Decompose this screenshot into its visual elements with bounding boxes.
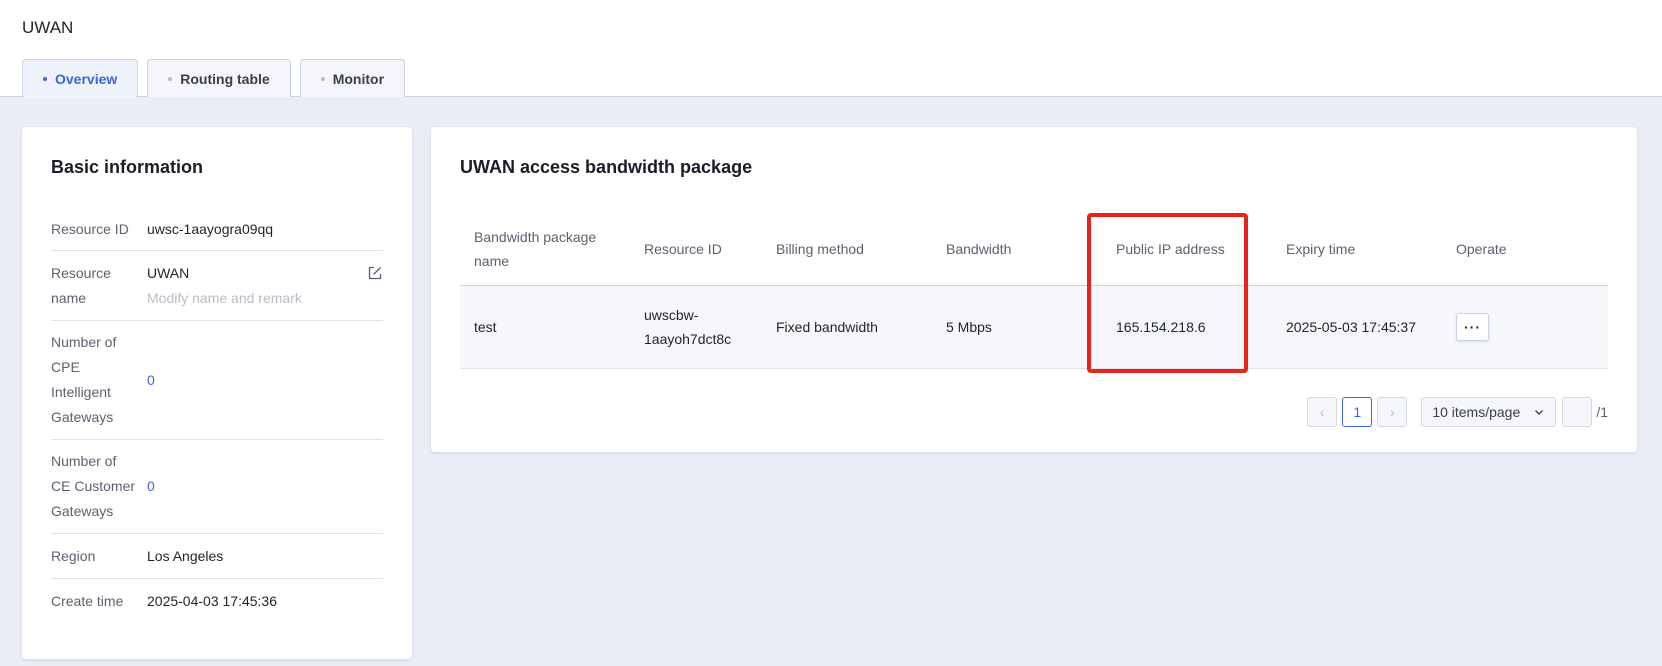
cpe-label-line: Gateways [51, 409, 114, 425]
edit-icon[interactable] [367, 265, 383, 281]
tab-monitor[interactable]: Monitor [299, 59, 406, 97]
dot-icon [168, 76, 173, 81]
resource-id-label: Resource ID [51, 221, 129, 237]
total-pages: /1 [1596, 404, 1608, 420]
resource-name-hint: Modify name and remark [147, 290, 302, 306]
col-billing-method: Billing method [762, 213, 932, 286]
page-1-button[interactable]: 1 [1342, 397, 1373, 427]
ce-label-line: Gateways [51, 503, 114, 519]
tab-bar: Overview Routing table Monitor [22, 59, 414, 98]
bandwidth-title: UWAN access bandwidth package [460, 157, 753, 177]
tab-label: Monitor [332, 70, 385, 87]
ce-label-line: CE Customer [51, 478, 136, 494]
resource-name-value: UWAN Modify name and remark [147, 261, 367, 311]
cpe-row: Number of CPE Intelligent Gateways 0 [51, 321, 383, 440]
page-jump-input[interactable] [1562, 397, 1593, 427]
region-row: Region Los Angeles [51, 534, 383, 579]
pagination: ‹ 1 › 10 items/page /1 [1307, 397, 1608, 427]
table-header-row: Bandwidth package name Resource ID Billi… [460, 213, 1608, 286]
cell-bandwidth: 5 Mbps [932, 285, 1102, 369]
tab-routing-table[interactable]: Routing table [147, 59, 291, 97]
resource-name-label-line: name [51, 290, 87, 306]
resource-name-text: UWAN [147, 265, 190, 281]
create-time-row: Create time 2025-04-03 17:45:36 [51, 579, 383, 623]
basic-info-list: Resource ID uwsc-1aayogra09qq Resource n… [51, 207, 383, 623]
ce-label-line: Number of [51, 453, 117, 469]
basic-info-card: Basic information Resource ID uwsc-1aayo… [22, 127, 412, 659]
cpe-count-link[interactable]: 0 [147, 368, 383, 393]
cpe-label: Number of CPE Intelligent Gateways [51, 330, 147, 430]
cell-resource-id-line: uwscbw- [644, 306, 699, 323]
prev-page-button[interactable]: ‹ [1307, 397, 1338, 427]
create-time-value: 2025-04-03 17:45:36 [147, 593, 277, 609]
dot-icon [43, 77, 47, 81]
cpe-label-line: Number of [51, 334, 117, 350]
chevron-down-icon [1535, 410, 1544, 415]
tab-overview[interactable]: Overview [22, 59, 139, 98]
resource-name-row: Resource name UWAN Modify name and remar… [51, 251, 383, 321]
tab-label: Routing table [180, 70, 270, 87]
col-operate: Operate [1442, 213, 1608, 286]
resource-id-row: Resource ID uwsc-1aayogra09qq [51, 207, 383, 251]
ce-row: Number of CE Customer Gateways 0 [51, 440, 383, 534]
resource-id-value: uwsc-1aayogra09qq [147, 221, 274, 237]
page-size-value: 10 items/page [1432, 404, 1521, 420]
cell-name: test [460, 285, 630, 369]
page-size-select[interactable]: 10 items/page [1421, 397, 1557, 427]
cpe-label-line: CPE [51, 359, 80, 375]
region-label: Region [51, 548, 96, 564]
col-name: Bandwidth package name [460, 213, 630, 286]
highlight-box [1087, 213, 1248, 373]
table-row: test uwscbw- 1aayoh7dct8c Fixed bandwidt… [460, 285, 1608, 369]
cell-expiry-time: 2025-05-03 17:45:37 [1272, 285, 1442, 369]
basic-info-title: Basic information [51, 157, 204, 177]
col-name-line: Bandwidth package [474, 228, 597, 245]
create-time-label: Create time [51, 593, 124, 609]
cell-operate: ··· [1442, 285, 1608, 369]
tab-label: Overview [55, 71, 118, 87]
next-page-button[interactable]: › [1377, 397, 1408, 427]
col-expiry-time: Expiry time [1272, 213, 1442, 286]
col-resource-id: Resource ID [630, 213, 762, 286]
cell-billing-method: Fixed bandwidth [762, 285, 932, 369]
page-title: UWAN [22, 18, 74, 37]
top-bar: UWAN Overview Routing table Monitor [0, 0, 1662, 98]
bandwidth-card: UWAN access bandwidth package Bandwidth … [431, 127, 1637, 452]
col-name-line: name [474, 252, 510, 269]
more-actions-button[interactable]: ··· [1456, 312, 1489, 341]
resource-name-label-line: Resource [51, 265, 111, 281]
cpe-label-line: Intelligent [51, 384, 111, 400]
dot-icon [320, 76, 325, 81]
region-value: Los Angeles [147, 548, 224, 564]
resource-name-label: Resource name [51, 261, 147, 311]
ce-label: Number of CE Customer Gateways [51, 449, 147, 524]
cell-resource-id-line: 1aayoh7dct8c [644, 330, 732, 347]
col-bandwidth: Bandwidth [932, 213, 1102, 286]
bandwidth-table: Bandwidth package name Resource ID Billi… [460, 213, 1608, 369]
cell-resource-id: uwscbw- 1aayoh7dct8c [630, 285, 762, 369]
ce-count-link[interactable]: 0 [147, 474, 383, 499]
